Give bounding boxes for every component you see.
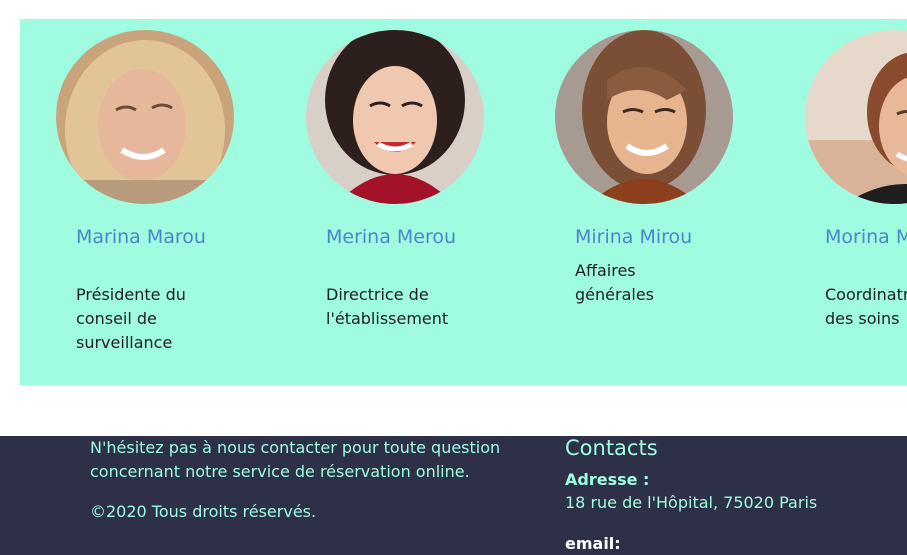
avatar-marina — [56, 30, 234, 204]
avatar-mirina — [555, 30, 733, 204]
member-name: Merina Merou — [326, 226, 457, 248]
member-role: Directrice de l'établissement — [326, 285, 449, 328]
footer-about-text: N'hésitez pas à nous contacter pour tout… — [90, 438, 501, 481]
copyright: ©2020 Tous droits réservés. — [90, 502, 317, 521]
member-name: Morina Morou — [825, 226, 907, 248]
member-role: Coordinatrice des soins — [825, 285, 907, 328]
member-role: Affaires générales — [575, 261, 654, 304]
member-name: Marina Marou — [76, 226, 206, 248]
contacts-title: Contacts — [565, 436, 658, 460]
team-section: Marina Marou Présidente du conseil de su… — [20, 19, 907, 385]
address-value: 18 rue de l'Hôpital, 75020 Paris — [565, 493, 818, 512]
email-label: email: — [565, 534, 621, 553]
address-label: Adresse : — [565, 470, 650, 489]
avatar-merina — [306, 30, 484, 204]
member-role: Présidente du conseil de surveillance — [76, 285, 186, 352]
footer: N'hésitez pas à nous contacter pour tout… — [0, 436, 907, 555]
avatar-morina — [805, 30, 907, 204]
member-name: Mirina Mirou — [575, 226, 693, 248]
